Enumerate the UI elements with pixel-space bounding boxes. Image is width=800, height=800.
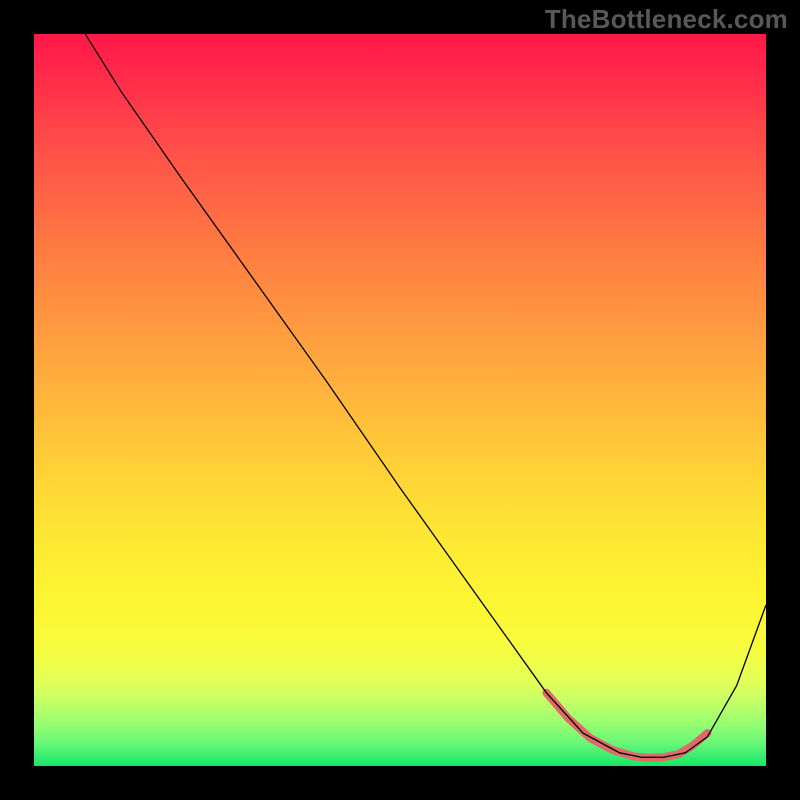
curve-path (85, 34, 766, 757)
chart-frame: TheBottleneck.com (0, 0, 800, 800)
plot-area (34, 34, 766, 766)
chart-svg (34, 34, 766, 766)
watermark-text: TheBottleneck.com (545, 4, 788, 35)
highlight-path (546, 693, 707, 758)
